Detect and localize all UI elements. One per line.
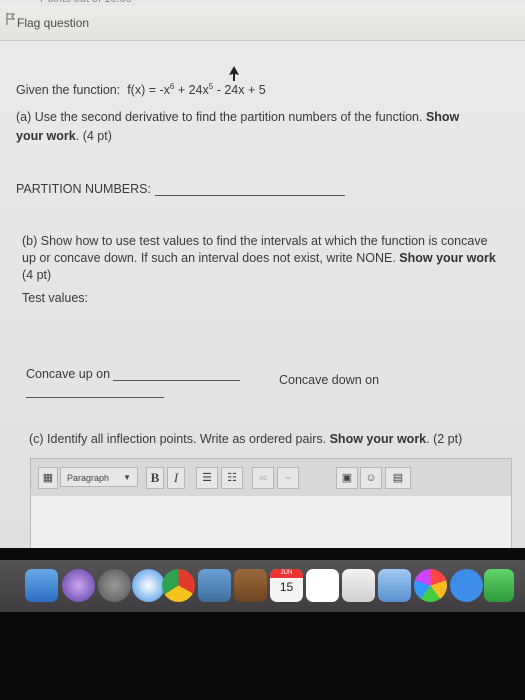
part-a-bold: Show <box>425 110 460 124</box>
part-c-points: . (2 pt) <box>426 432 463 446</box>
function-part-c: - 24x + 5 <box>213 83 266 97</box>
part-b-prompt-line2: up or concave down. If such an interval … <box>22 251 496 265</box>
calendar-month: JUN <box>270 569 303 578</box>
part-b-points: (4 pt) <box>22 268 52 282</box>
part-a-points: . (4 pt) <box>75 129 112 143</box>
chrome-icon[interactable] <box>162 569 195 602</box>
calendar-icon[interactable]: JUN 15 <box>270 569 303 602</box>
notes-app-icon[interactable] <box>234 569 267 602</box>
mouse-cursor-icon <box>229 66 239 81</box>
launchpad-icon[interactable] <box>98 569 131 602</box>
function-part-a: f(x) = -x <box>127 83 170 97</box>
italic-button[interactable]: I <box>167 467 185 489</box>
chevron-down-icon: ▼ <box>123 473 131 482</box>
safari-icon[interactable] <box>132 569 165 602</box>
part-b-bold: Show your work <box>399 251 496 265</box>
notes-icon[interactable] <box>306 569 339 602</box>
media-icon[interactable]: ▤ <box>385 467 411 489</box>
part-a-prompt-line2: your work. (4 pt) <box>16 129 112 143</box>
part-b-text: up or concave down. If such an interval … <box>22 251 400 265</box>
preview-icon[interactable] <box>198 569 231 602</box>
unlink-icon[interactable]: ⌁ <box>277 467 299 489</box>
test-values-label: Test values: <box>22 291 89 305</box>
toolbar-toggle-icon[interactable]: ▦ <box>38 467 58 489</box>
given-prefix: Given the function: <box>16 83 121 97</box>
partition-numbers-blank[interactable] <box>155 195 345 196</box>
part-a-text: (a) Use the second derivative to find th… <box>16 110 426 124</box>
finder-icon[interactable] <box>25 569 58 602</box>
image-icon[interactable]: ▣ <box>336 467 358 489</box>
flag-icon[interactable] <box>6 13 16 25</box>
emoji-icon[interactable]: ☺ <box>360 467 382 489</box>
format-select-value: Paragraph <box>67 473 110 483</box>
calendar-day: 15 <box>279 580 294 594</box>
facetime-icon[interactable] <box>484 569 514 602</box>
part-a-bold-2: your work <box>16 129 76 143</box>
concave-up-blank[interactable] <box>113 380 240 381</box>
photos-icon[interactable] <box>414 569 447 602</box>
reminders-icon[interactable] <box>342 569 375 602</box>
concave-down-label: Concave down on <box>279 373 380 387</box>
format-select[interactable]: Paragraph ▼ <box>60 467 138 487</box>
bold-button[interactable]: B <box>146 467 164 489</box>
bullet-list-icon[interactable]: ☰ <box>196 467 218 489</box>
part-c-prompt: (c) Identify all inflection points. Writ… <box>29 432 462 446</box>
concave-up-label: Concave up on <box>26 367 111 381</box>
siri-icon[interactable] <box>62 569 95 602</box>
numbered-list-icon[interactable]: ☷ <box>221 467 243 489</box>
messages-icon[interactable] <box>450 569 483 602</box>
part-c-bold: Show your work <box>329 432 427 446</box>
partition-numbers-label: PARTITION NUMBERS: <box>16 182 151 196</box>
function-part-b: + 24x <box>174 83 209 97</box>
part-b-prompt-line1: (b) Show how to use test values to find … <box>22 234 488 248</box>
concave-down-blank[interactable] <box>26 397 164 398</box>
link-icon[interactable]: ∞ <box>252 467 274 489</box>
flag-question-link[interactable]: Flag question <box>17 16 89 30</box>
part-a-prompt-line1: (a) Use the second derivative to find th… <box>16 110 459 124</box>
part-c-text: (c) Identify all inflection points. Writ… <box>29 432 330 446</box>
app-store-icon[interactable] <box>378 569 411 602</box>
function-statement: Given the function: f(x) = -x6 + 24x5 - … <box>16 82 266 97</box>
